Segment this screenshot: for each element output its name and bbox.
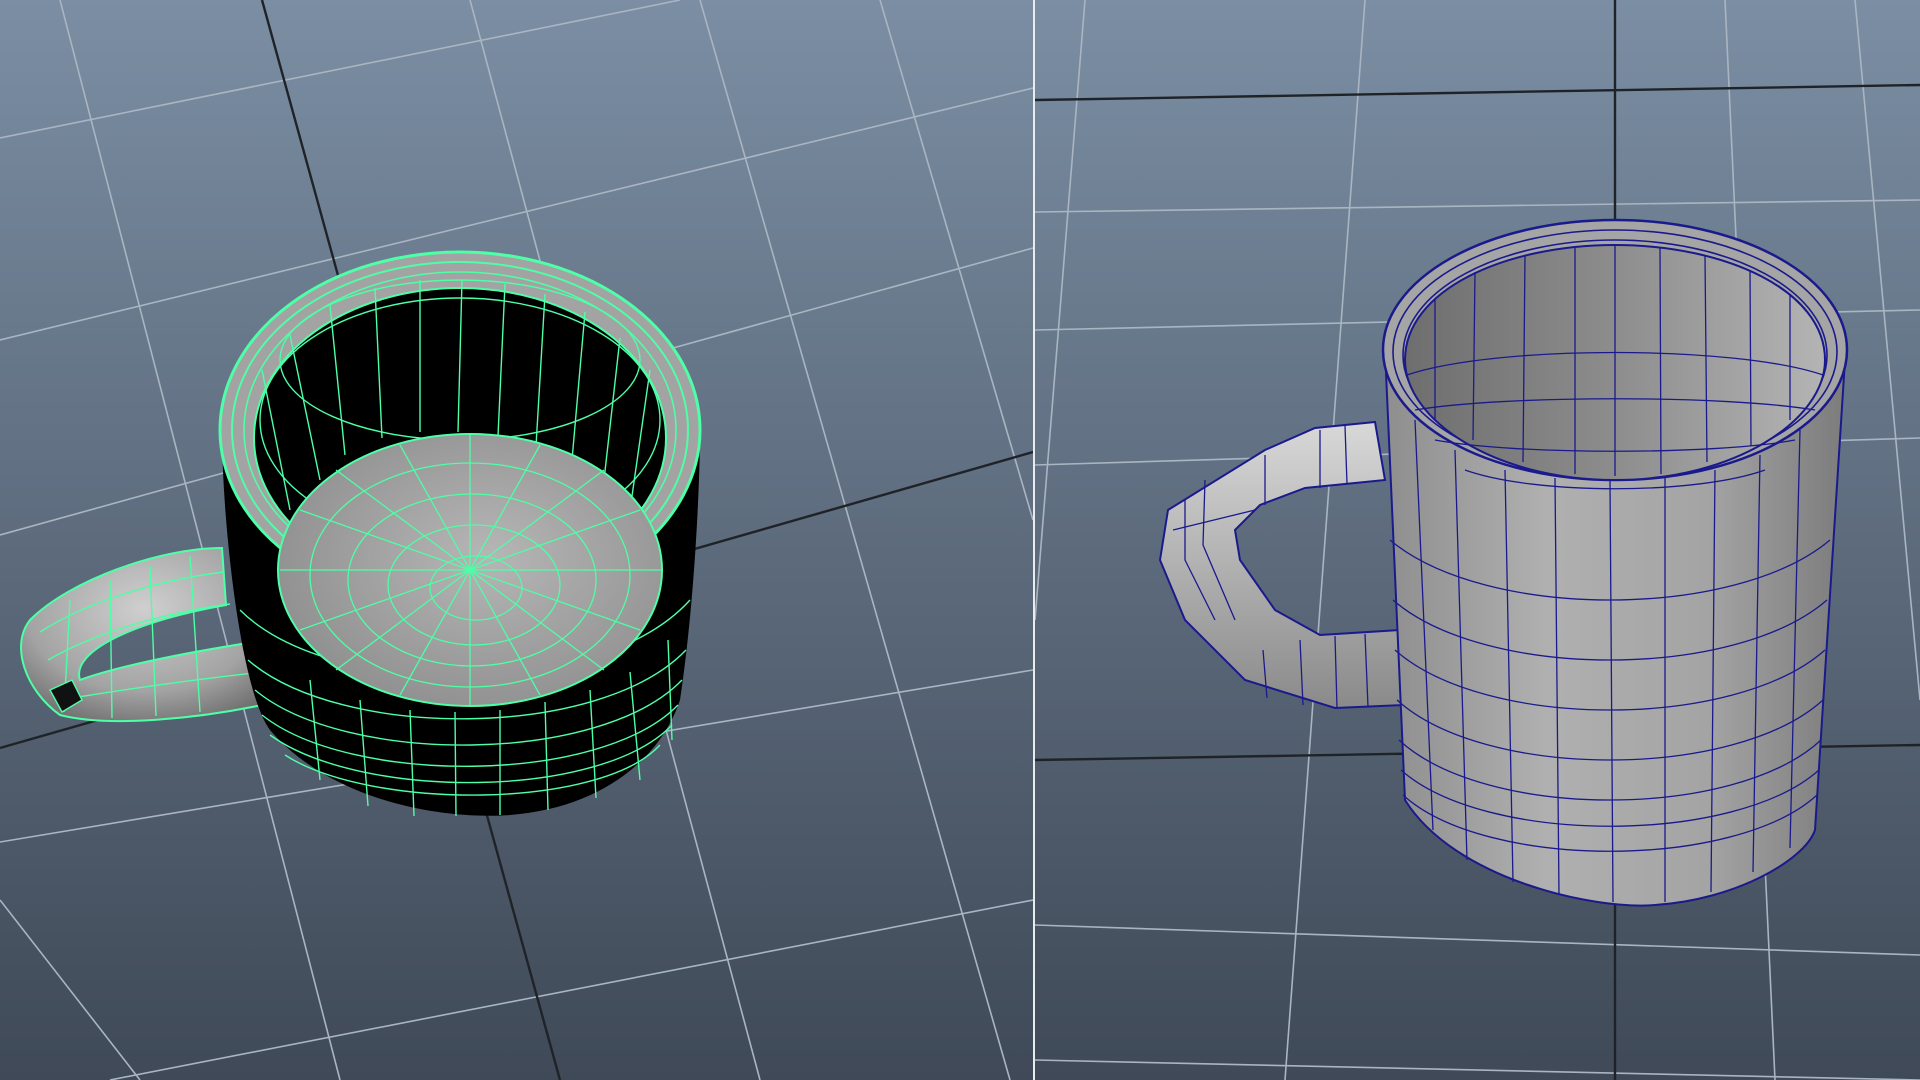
modeling-workspace: [0, 0, 1920, 1080]
perspective-viewport-left[interactable]: [0, 0, 1033, 1080]
viewport-canvas-left[interactable]: [0, 0, 1033, 1080]
viewport-canvas-right[interactable]: [1035, 0, 1920, 1080]
perspective-viewport-right[interactable]: [1035, 0, 1920, 1080]
